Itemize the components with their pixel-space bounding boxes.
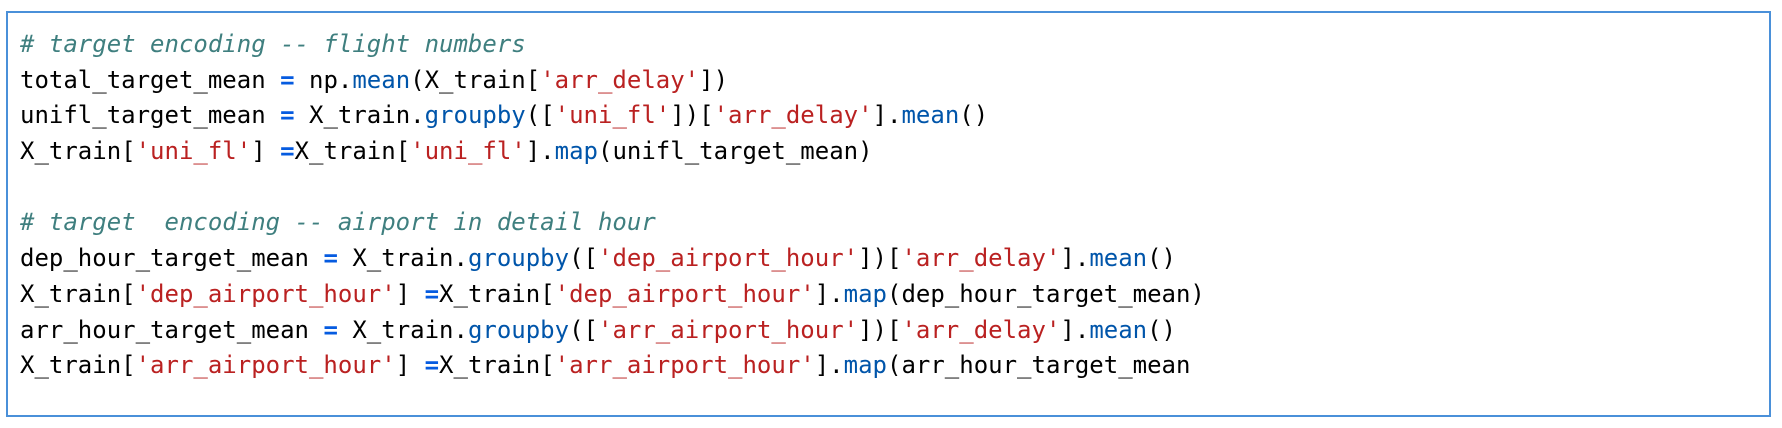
code-operator: = (280, 101, 295, 130)
code-line: total_target_mean = np.mean(X_train['arr… (20, 63, 1205, 99)
code-text: ([ (525, 101, 555, 130)
code-operator: = (280, 65, 295, 94)
code-line: # target encoding -- airport in detail h… (20, 205, 1205, 241)
code-string: 'arr_delay' (901, 244, 1061, 273)
code-text: ([ (569, 315, 598, 344)
code-function: groupby (467, 315, 570, 344)
code-text: dep_hour_target_mean (20, 244, 324, 273)
code-text: (X_train[ (410, 65, 541, 94)
code-operator: = (323, 315, 338, 344)
code-text: ]. (872, 101, 902, 130)
code-function: groupby (467, 244, 570, 273)
code-string: 'arr_delay' (713, 101, 873, 130)
code-text: () (1147, 315, 1177, 344)
code-text: total_target_mean (20, 65, 281, 94)
code-text: () (959, 101, 989, 130)
code-text: ] (395, 351, 425, 380)
code-string: 'uni_fl' (554, 101, 671, 130)
code-comment: # target encoding -- airport in detail h… (20, 208, 656, 237)
code-text: ]. (1060, 244, 1090, 273)
code-text: ([ (569, 244, 598, 273)
code-text: ])[ (858, 244, 902, 273)
code-string: 'arr_airport_hour' (598, 315, 859, 344)
code-string: 'uni_fl' (135, 137, 252, 166)
code-text: ] (395, 279, 425, 308)
code-line: dep_hour_target_mean = X_train.groupby([… (20, 241, 1205, 277)
code-text: (arr_hour_target_mean (887, 351, 1191, 380)
code-function: map (554, 137, 598, 166)
code-string: 'dep_airport_hour' (598, 244, 859, 273)
code-string: 'dep_airport_hour' (135, 279, 396, 308)
code-text: arr_hour_target_mean (20, 315, 324, 344)
code-text: ])[ (858, 315, 902, 344)
code-operator: = (424, 279, 440, 308)
code-text: ]. (814, 351, 844, 380)
code-text: unifl_target_mean (20, 101, 281, 130)
code-text: X_train[ (20, 351, 136, 380)
code-text: X_train[ (294, 137, 411, 166)
code-text: (dep_hour_target_mean) (887, 279, 1205, 308)
code-text: X_train[ (20, 279, 136, 308)
code-text: X_train. (337, 315, 468, 344)
code-text: ]. (525, 137, 555, 166)
code-string: 'arr_delay' (540, 65, 700, 94)
code-string: 'uni_fl' (410, 137, 526, 166)
code-string: 'arr_airport_hour' (554, 351, 815, 380)
code-line: unifl_target_mean = X_train.groupby(['un… (20, 98, 1205, 134)
code-operator: = (280, 137, 295, 166)
code-text: X_train. (294, 101, 425, 130)
code-text: np. (294, 65, 353, 94)
code-line: X_train['uni_fl'] =X_train['uni_fl'].map… (20, 134, 1205, 170)
code-cell[interactable]: # target encoding -- flight numbers total… (6, 11, 1771, 417)
code-operator: = (424, 351, 440, 380)
code-operator: = (323, 244, 338, 273)
code-function: mean (1089, 244, 1148, 273)
code-line: arr_hour_target_mean = X_train.groupby([… (20, 313, 1205, 349)
code-text: ] (251, 137, 281, 166)
code-line: X_train['dep_airport_hour'] =X_train['de… (20, 277, 1205, 313)
code-function: groupby (424, 101, 526, 130)
code-string: 'dep_airport_hour' (554, 279, 815, 308)
code-line: X_train['arr_airport_hour'] =X_train['ar… (20, 348, 1205, 384)
code-block[interactable]: # target encoding -- flight numbers total… (20, 27, 1205, 384)
code-string: 'arr_airport_hour' (135, 351, 396, 380)
code-text: () (1147, 244, 1177, 273)
code-line: # target encoding -- flight numbers (20, 27, 1205, 63)
code-function: mean (1089, 315, 1148, 344)
code-string: 'arr_delay' (901, 315, 1061, 344)
code-function: mean (352, 65, 411, 94)
code-text: ]) (699, 65, 729, 94)
code-text: X_train. (337, 244, 468, 273)
code-function: map (843, 279, 887, 308)
code-text: X_train[ (439, 351, 555, 380)
code-comment: # target encoding -- flight numbers (20, 30, 526, 58)
code-text: ]. (1060, 315, 1090, 344)
code-text: ])[ (670, 101, 714, 130)
code-text: X_train[ (20, 137, 136, 166)
code-function: mean (901, 101, 960, 130)
code-text: (unifl_target_mean) (598, 137, 873, 166)
code-function: map (843, 351, 887, 380)
code-text: ]. (814, 279, 844, 308)
code-text: X_train[ (439, 279, 555, 308)
